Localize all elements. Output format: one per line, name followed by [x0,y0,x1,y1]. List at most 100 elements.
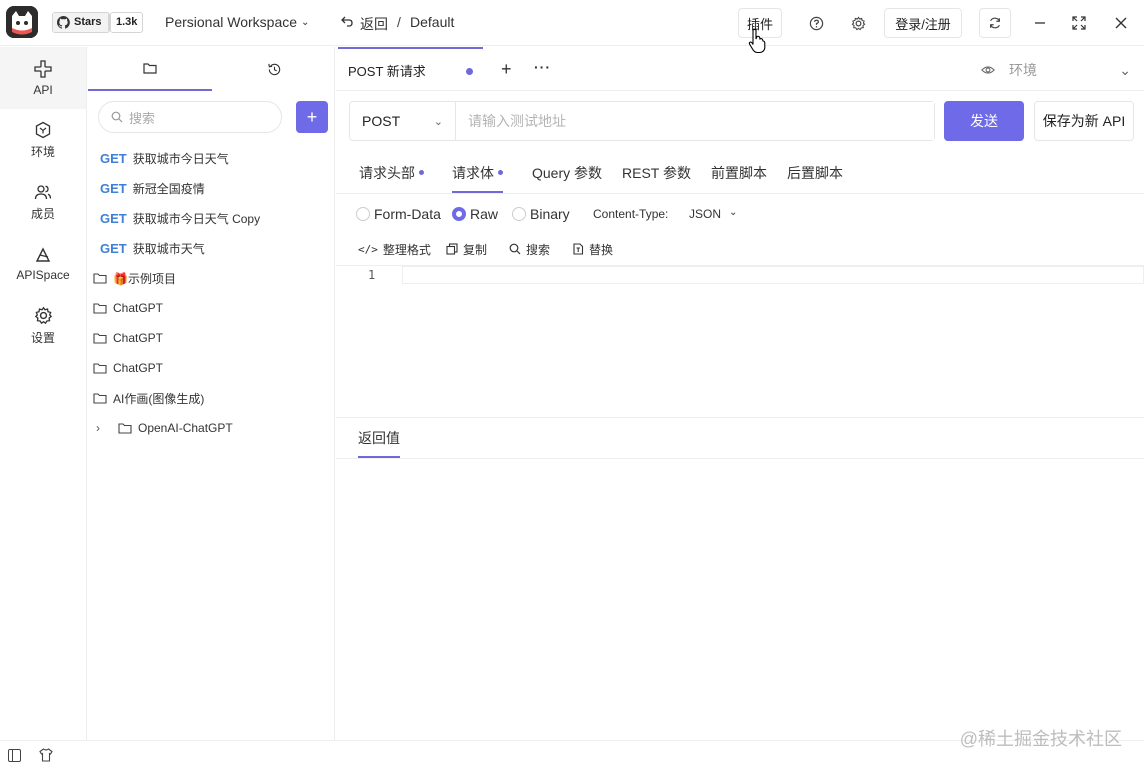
tab-rest-params[interactable]: REST 参数 [622,163,691,193]
content-type-select[interactable]: JSON ⌄ [689,207,737,221]
folder-item[interactable]: 🎁示例项目 [93,266,176,290]
subfolder-item[interactable]: › OpenAI-ChatGPT [96,416,233,440]
rail-item-apispace[interactable]: APISpace [0,233,86,295]
github-icon [57,16,70,29]
radio-raw[interactable]: Raw [452,205,498,223]
modified-dot [498,170,503,175]
save-as-api-button[interactable]: 保存为新 API [1034,101,1134,141]
workspace-name: Persional Workspace [165,14,298,30]
tab-history[interactable] [212,47,336,91]
radio-circle [512,207,526,221]
folder-item[interactable]: AI作画(图像生成) [93,386,204,410]
folder-icon [93,393,107,404]
shirt-icon[interactable] [39,748,53,762]
folder-icon [118,423,132,434]
github-stars-count: 1.3k [110,12,144,33]
code-editor[interactable] [402,266,1144,284]
rail-label: API [33,83,53,97]
search-icon [111,111,123,123]
radio-binary[interactable]: Binary [512,205,570,223]
tab-headers[interactable]: 请求头部 [359,163,424,193]
search-icon [509,243,521,255]
rail-item-environment[interactable]: 环境 [0,109,86,171]
folder-label: OpenAI-ChatGPT [138,421,233,435]
rail-item-members[interactable]: 成员 [0,171,86,233]
format-button[interactable]: </> 整理格式 [358,241,431,257]
chevron-right-icon[interactable]: › [96,421,108,435]
method-select[interactable]: POST ⌄ [350,102,456,140]
gear-icon[interactable] [848,13,868,33]
back-arrow-icon [341,16,353,27]
folder-item[interactable]: ChatGPT [93,356,163,380]
tab-label: Query 参数 [532,165,603,181]
back-label: 返回 [360,16,388,32]
environment-select[interactable]: 环境 ⌄ [981,59,1131,81]
url-input[interactable] [456,102,934,140]
more-icon[interactable]: ··· [534,59,551,75]
api-item[interactable]: GET 新冠全国疫情 [100,176,205,200]
content-type-label: Content-Type: [593,207,669,221]
folder-icon [93,303,107,314]
api-item[interactable]: GET 获取城市今日天气 Copy [100,206,260,230]
help-icon[interactable] [806,13,826,33]
tab-body[interactable]: 请求体 [452,163,503,193]
login-register-button[interactable]: 登录/注册 [884,8,962,38]
copy-button[interactable]: 复制 [446,241,487,257]
api-item-label: 新冠全国疫情 [132,181,205,196]
workspace-selector[interactable]: Persional Workspace ⌄ [165,14,309,30]
method-badge: GET [100,210,127,226]
tab-label: 返回值 [358,430,400,446]
folder-item[interactable]: ChatGPT [93,326,163,350]
tab-files[interactable] [88,47,212,91]
code-icon: </> [358,242,378,256]
close-icon[interactable] [1111,13,1131,33]
radio-label: Binary [530,206,570,222]
search-button[interactable]: 搜索 [509,241,550,257]
tool-label: 整理格式 [382,242,431,257]
folder-icon [93,333,107,344]
radio-form-data[interactable]: Form-Data [356,205,441,223]
new-tab-button[interactable]: + [501,59,512,80]
radio-circle [452,207,466,221]
response-divider [336,458,1144,459]
copy-icon [446,243,458,255]
tool-label: 复制 [463,242,488,257]
rail-item-api[interactable]: API [0,47,86,109]
chevron-down-icon: ⌄ [301,17,310,28]
settings-icon [34,306,52,325]
api-item[interactable]: GET 获取城市今日天气 [100,146,229,170]
chevron-down-icon: ⌄ [433,115,443,128]
api-item[interactable]: GET 获取城市天气 [100,236,205,260]
tab-pre-script[interactable]: 前置脚本 [711,163,767,193]
radio-label: Raw [470,206,499,222]
tab-post-script[interactable]: 后置脚本 [787,163,843,193]
line-number: 1 [368,268,376,282]
maximize-icon[interactable] [1069,13,1089,33]
send-button[interactable]: 发送 [944,101,1024,141]
add-button[interactable]: + [296,101,328,133]
breadcrumb-current[interactable]: Default [410,14,454,30]
request-tab[interactable]: POST 新请求 [338,47,483,91]
request-tab-title: POST 新请求 [348,63,426,79]
rail-label: 环境 [30,144,55,159]
replace-icon [573,243,584,255]
tab-label: REST 参数 [622,165,691,181]
rail-item-settings[interactable]: 设置 [0,295,86,357]
environment-label: 环境 [1009,62,1037,78]
api-explorer-panel: 搜索 + GET 获取城市今日天气 GET 新冠全国疫情 GET 获取城市今日天… [88,47,335,740]
tab-response[interactable]: 返回值 [358,428,400,458]
send-label: 发送 [970,113,998,129]
search-input[interactable]: 搜索 [98,101,282,133]
replace-button[interactable]: 替换 [572,241,613,257]
method-badge: GET [100,240,127,256]
minimize-icon[interactable] [1030,13,1050,33]
sidebar-toggle-icon[interactable] [8,749,21,762]
search-placeholder: 搜索 [129,110,156,126]
refresh-button[interactable] [979,8,1011,38]
tab-query-params[interactable]: Query 参数 [532,163,602,193]
back-button[interactable]: 返回 [340,14,388,34]
folder-item[interactable]: ChatGPT [93,296,163,320]
github-stars-badge[interactable]: Stars [52,12,110,33]
github-stars-label: Stars [74,16,102,28]
chevron-down-icon: ⌄ [729,207,738,218]
